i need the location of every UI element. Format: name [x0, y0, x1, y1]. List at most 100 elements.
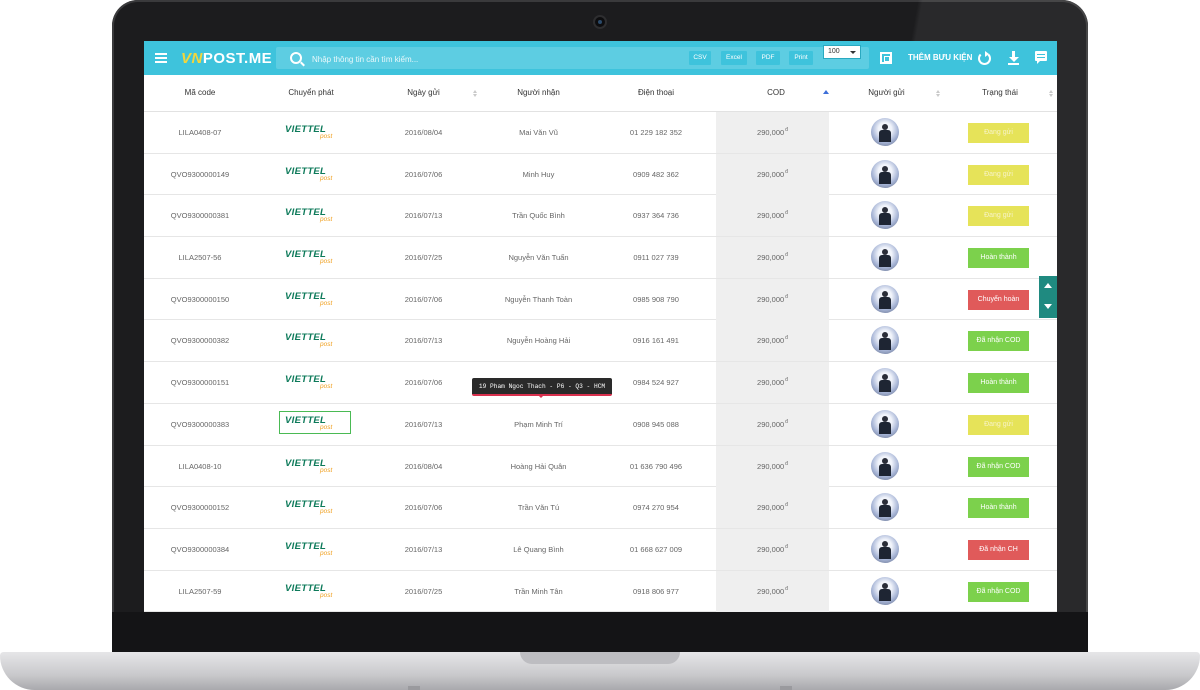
cell-cod: 290,000đ	[716, 320, 829, 362]
status-badge[interactable]: Đã nhận CH	[968, 539, 1029, 560]
table-row[interactable]: QVO9300000384 VIETTEL post 2016/07/13 Lê Qua…	[144, 528, 1057, 571]
chevron-down-icon	[850, 51, 856, 54]
status-badge[interactable]: Đang gửi	[968, 164, 1029, 185]
search-input[interactable]	[310, 50, 674, 68]
cell-date: 2016/08/04	[404, 461, 443, 471]
cell-cod: 290,000đ	[716, 362, 829, 404]
cell-code: QVO9300000149	[170, 169, 230, 179]
column-header-carrier[interactable]: Chuyển phát	[256, 75, 366, 111]
cell-date: 2016/07/13	[404, 419, 443, 429]
avatar[interactable]	[871, 284, 899, 313]
column-header-cod[interactable]: COD	[716, 75, 836, 111]
table-row[interactable]: QVO9300000383 VIETTEL post 2016/07/13 Phạm M…	[144, 403, 1057, 446]
avatar[interactable]	[871, 201, 899, 230]
status-badge[interactable]: Đã nhận COD	[968, 456, 1029, 477]
status-badge[interactable]: Đã nhận COD	[968, 331, 1029, 352]
scroll-up-icon[interactable]	[1044, 283, 1052, 288]
cell-date: 2016/07/13	[404, 544, 443, 554]
add-parcel-button[interactable]: THÊM BƯU KIỆN	[908, 53, 972, 62]
table-row[interactable]: LILA2507-56 VIETTEL post 2016/07/25 Nguyễn V…	[144, 237, 1057, 279]
sort-icon[interactable]	[936, 90, 940, 97]
status-badge[interactable]: Chuyển hoàn	[968, 289, 1029, 310]
sort-icon[interactable]	[1049, 90, 1053, 97]
avatar[interactable]	[871, 451, 899, 480]
export-excel-button[interactable]: Excel	[721, 51, 747, 65]
cell-date: 2016/07/13	[404, 336, 443, 346]
chat-icon[interactable]	[1035, 51, 1047, 64]
cell-code: QVO9300000382	[170, 336, 230, 346]
avatar[interactable]	[871, 493, 899, 522]
cell-code: LILA0408-07	[178, 128, 222, 137]
cell-phone: 0911 027 739	[633, 253, 679, 263]
carrier-logo-sub: post	[320, 591, 333, 599]
cell-code: QVO9300000150	[170, 294, 230, 304]
table-row[interactable]: LILA2507-59 VIETTEL post 2016/07/25 Trần Min…	[144, 570, 1057, 612]
cell-recipient: Minh Huy	[522, 169, 555, 179]
status-badge[interactable]: Đang gửi	[968, 414, 1029, 435]
carrier-logo-sub: post	[320, 466, 333, 474]
cell-cod: 290,000đ	[716, 528, 829, 570]
status-badge[interactable]: Đang gửi	[968, 123, 1029, 143]
status-badge[interactable]: Hoàn thành	[968, 498, 1029, 519]
cell-code: LILA2507-59	[178, 586, 222, 596]
search-bar: CSV Excel PDF Print	[276, 47, 869, 69]
table-row[interactable]: LILA0408-07 VIETTEL post 2016/08/04 Mai Văn …	[144, 112, 1057, 154]
avatar[interactable]	[871, 368, 899, 397]
carrier-logo: VIETTEL post	[283, 581, 345, 601]
carrier-logo: VIETTEL post	[283, 205, 345, 225]
scroll-down-icon[interactable]	[1044, 304, 1052, 309]
table-row[interactable]: LILA0408-10 VIETTEL post 2016/08/04 Hoàng Hả…	[144, 445, 1057, 488]
carrier-logo-sub: post	[320, 258, 333, 266]
sort-icon[interactable]	[473, 90, 477, 97]
menu-icon[interactable]	[155, 53, 167, 63]
carrier-logo-sub: post	[320, 174, 333, 182]
cell-recipient: Lê Quang Bình	[513, 544, 564, 554]
column-header-recipient[interactable]: Người nhận	[481, 75, 596, 111]
status-badge[interactable]: Hoàn thành	[968, 373, 1029, 394]
page-size-select[interactable]: 100	[823, 45, 861, 59]
cell-date: 2016/07/13	[404, 211, 443, 221]
avatar[interactable]	[871, 159, 899, 188]
cell-phone: 01 668 627 009	[629, 544, 683, 554]
column-header-date[interactable]: Ngày gửi	[366, 75, 481, 111]
column-header-code[interactable]: Mã code	[144, 75, 256, 111]
cell-code: LILA2507-56	[178, 253, 222, 263]
avatar[interactable]	[871, 243, 899, 272]
carrier-logo: VIETTEL post	[283, 372, 345, 392]
export-pdf-button[interactable]: PDF	[756, 51, 780, 65]
column-header-status[interactable]: Trạng thái	[944, 75, 1056, 111]
search-icon[interactable]	[290, 52, 302, 64]
status-badge[interactable]: Đã nhận COD	[968, 581, 1029, 602]
cell-date: 2016/07/06	[404, 169, 443, 179]
avatar[interactable]	[871, 534, 899, 563]
refresh-icon[interactable]	[978, 51, 991, 65]
carrier-logo: VIETTEL post	[283, 164, 345, 184]
cell-phone: 0974 270 954	[633, 503, 679, 513]
carrier-logo-sub: post	[320, 549, 333, 557]
app-logo[interactable]: VNPOST.ME	[181, 50, 272, 67]
export-csv-button[interactable]: CSV	[689, 51, 711, 65]
column-header-phone[interactable]: Điện thoại	[596, 75, 716, 111]
avatar[interactable]	[871, 326, 899, 355]
carrier-logo: VIETTEL post	[279, 410, 351, 434]
table-row[interactable]: QVO9300000381 VIETTEL post 2016/07/13 Trần Q…	[144, 195, 1057, 238]
avatar[interactable]	[871, 576, 899, 605]
table-row[interactable]: QVO9300000149 VIETTEL post 2016/07/06 Minh H…	[144, 153, 1057, 196]
status-badge[interactable]: Đang gửi	[968, 206, 1029, 227]
table-row[interactable]: QVO9300000150 VIETTEL post 2016/07/06 Nguyễn…	[144, 278, 1057, 321]
status-badge[interactable]: Hoàn thành	[968, 248, 1029, 269]
cell-cod: 290,000đ	[716, 278, 829, 320]
cell-cod: 290,000đ	[716, 445, 829, 487]
table-row[interactable]: QVO9300000382 VIETTEL post 2016/07/13 Nguyễn…	[144, 320, 1057, 363]
download-icon[interactable]	[1007, 51, 1019, 65]
cell-cod: 290,000đ	[716, 153, 829, 195]
table-row[interactable]: QVO9300000152 VIETTEL post 2016/07/06 Trần V…	[144, 487, 1057, 529]
cell-code: QVO9300000151	[170, 378, 230, 388]
print-button[interactable]: Print	[789, 51, 813, 65]
carrier-logo-sub: post	[320, 508, 333, 516]
fullscreen-icon[interactable]	[880, 52, 892, 64]
avatar[interactable]	[871, 409, 899, 438]
avatar[interactable]	[871, 118, 899, 146]
column-header-sender[interactable]: Người gửi	[829, 75, 944, 111]
carrier-logo-sub: post	[320, 341, 333, 349]
